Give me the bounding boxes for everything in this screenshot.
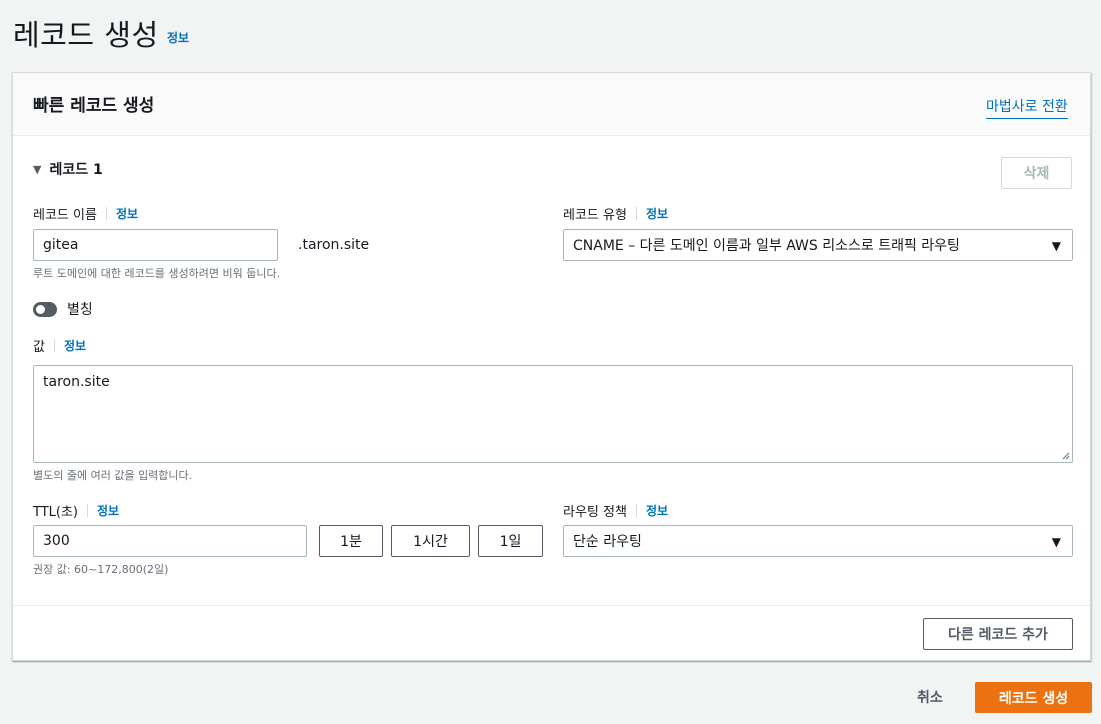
routing-policy-info-link[interactable]: 정보 <box>646 502 668 519</box>
label-separator <box>87 504 88 517</box>
routing-policy-select[interactable]: 단순 라우팅 ▼ <box>563 525 1073 557</box>
card-footer-divider <box>13 605 1090 606</box>
record-type-label-text: 레코드 유형 <box>563 208 627 223</box>
ttl-info-link[interactable]: 정보 <box>97 502 119 519</box>
record-name-hint: 루트 도메인에 대한 레코드를 생성하려면 비워 둡니다. <box>33 267 281 280</box>
label-separator <box>635 207 637 220</box>
quick-create-card: 빠른 레코드 생성 마법사로 전환 ▼ 레코드 1 삭제 레코드 이름 정보 g… <box>12 72 1091 661</box>
record-type-label: 레코드 유형 정보 <box>563 204 668 223</box>
label-separator <box>635 504 637 517</box>
value-label-text: 값 <box>33 340 45 355</box>
page-info-link[interactable]: 정보 <box>167 29 189 46</box>
ttl-label: TTL(초) 정보 <box>33 501 119 520</box>
dropdown-arrow-icon: ▼ <box>1051 239 1061 253</box>
record-type-info-link[interactable]: 정보 <box>646 205 668 222</box>
routing-policy-selected: 단순 라우팅 <box>573 534 642 550</box>
record-section-label: 레코드 1 <box>49 162 103 178</box>
record-name-label: 레코드 이름 정보 <box>33 204 138 223</box>
domain-suffix: .taron.site <box>298 237 370 253</box>
ttl-1-hour-button[interactable]: 1시간 <box>391 525 470 557</box>
ttl-1-day-button[interactable]: 1일 <box>478 525 543 557</box>
label-separator <box>53 339 55 352</box>
routing-policy-label-text: 라우팅 정책 <box>563 505 627 520</box>
ttl-input[interactable]: 300 <box>33 525 307 557</box>
dropdown-arrow-icon: ▼ <box>1051 535 1061 549</box>
record-section-toggle[interactable]: ▼ 레코드 1 <box>33 159 103 179</box>
resize-grip-icon[interactable] <box>1062 452 1070 460</box>
record-type-selected: CNAME – 다른 도메인 이름과 일부 AWS 리소스로 트래픽 라우팅 <box>573 238 960 254</box>
ttl-hint: 권장 값: 60~172,800(2일) <box>33 563 169 576</box>
caret-down-icon: ▼ <box>33 162 42 176</box>
alias-toggle[interactable] <box>33 301 57 317</box>
record-name-input[interactable]: gitea <box>33 229 278 261</box>
value-label: 값 정보 <box>33 336 86 355</box>
cancel-button[interactable]: 취소 <box>917 687 943 707</box>
record-name-info-link[interactable]: 정보 <box>116 205 138 222</box>
alias-label: 별칭 <box>67 302 93 318</box>
record-name-label-text: 레코드 이름 <box>33 208 97 223</box>
value-info-link[interactable]: 정보 <box>64 337 86 354</box>
value-textarea[interactable]: taron.site <box>33 365 1073 463</box>
value-hint: 별도의 줄에 여러 값을 입력합니다. <box>33 469 193 482</box>
ttl-1-minute-button[interactable]: 1분 <box>319 525 383 557</box>
card-header: 빠른 레코드 생성 마법사로 전환 <box>13 73 1090 136</box>
value-text: taron.site <box>43 374 110 390</box>
routing-policy-label: 라우팅 정책 정보 <box>563 501 668 520</box>
alias-toggle-row: 별칭 <box>33 299 93 319</box>
toggle-knob <box>36 304 45 314</box>
ttl-label-text: TTL(초) <box>33 505 78 520</box>
delete-record-button[interactable]: 삭제 <box>1001 157 1072 189</box>
card-title: 빠른 레코드 생성 <box>33 96 155 116</box>
create-records-button[interactable]: 레코드 생성 <box>975 682 1092 713</box>
switch-to-wizard-link[interactable]: 마법사로 전환 <box>986 96 1068 119</box>
add-another-record-button[interactable]: 다른 레코드 추가 <box>923 618 1073 650</box>
page-title: 레코드 생성 <box>13 18 159 52</box>
record-type-select[interactable]: CNAME – 다른 도메인 이름과 일부 AWS 리소스로 트래픽 라우팅 ▼ <box>563 229 1073 261</box>
label-separator <box>105 207 107 220</box>
